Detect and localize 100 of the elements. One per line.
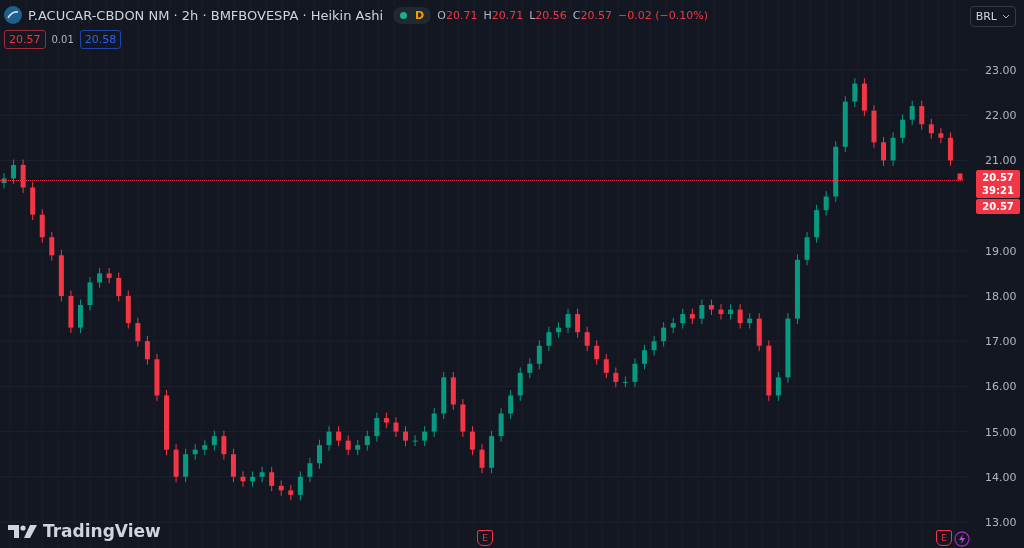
candle bbox=[728, 303, 734, 320]
candle bbox=[297, 470, 303, 501]
candle bbox=[450, 371, 456, 411]
candle bbox=[775, 371, 781, 402]
candle bbox=[479, 443, 485, 474]
buy-price[interactable]: 20.58 bbox=[79, 30, 122, 49]
price-tick: 21.00 bbox=[985, 154, 1017, 168]
candle bbox=[575, 308, 581, 339]
symbol-title[interactable]: P.ACUCAR-CBDON NM · 2h · BMFBOVESPA · Heikin Ashi bbox=[28, 7, 384, 23]
candle bbox=[11, 159, 17, 185]
candle bbox=[469, 425, 475, 456]
candle bbox=[1, 172, 7, 189]
candle bbox=[106, 267, 112, 284]
candle bbox=[374, 412, 380, 443]
candle bbox=[823, 190, 829, 217]
candle bbox=[460, 398, 466, 438]
candle bbox=[345, 434, 351, 456]
candle bbox=[833, 140, 839, 203]
spread-value: 0.01 bbox=[51, 34, 74, 45]
candle bbox=[785, 312, 791, 384]
lightning-icon[interactable] bbox=[954, 531, 970, 547]
candle bbox=[144, 335, 150, 366]
candle bbox=[221, 430, 227, 461]
candle bbox=[919, 100, 925, 131]
ohlc-value: H20.71 bbox=[483, 8, 524, 22]
price-tick: 22.00 bbox=[985, 109, 1017, 123]
candle bbox=[938, 127, 944, 144]
candle bbox=[632, 357, 638, 388]
candle bbox=[708, 299, 714, 316]
candle bbox=[307, 457, 313, 483]
candle bbox=[689, 308, 695, 325]
price-tick: 18.00 bbox=[985, 290, 1017, 303]
candle bbox=[871, 104, 877, 149]
candle bbox=[135, 317, 141, 348]
candle bbox=[594, 339, 600, 366]
candle bbox=[336, 425, 342, 447]
candle bbox=[699, 299, 705, 325]
candle bbox=[957, 173, 963, 181]
candle bbox=[240, 470, 246, 488]
candle bbox=[355, 439, 361, 456]
logo-icon bbox=[8, 523, 38, 539]
candle bbox=[737, 303, 743, 330]
candle bbox=[795, 253, 800, 325]
candle bbox=[230, 448, 236, 483]
candle bbox=[30, 181, 36, 221]
earnings-marker[interactable]: E bbox=[936, 530, 952, 546]
candle bbox=[718, 303, 724, 320]
candle bbox=[412, 434, 418, 447]
candle bbox=[900, 113, 906, 144]
candle bbox=[756, 312, 762, 352]
sell-price[interactable]: 20.57 bbox=[4, 30, 46, 49]
candle bbox=[364, 430, 370, 452]
candle bbox=[909, 100, 915, 126]
market-status-badge[interactable]: D bbox=[393, 6, 432, 24]
candle bbox=[422, 425, 428, 447]
price-tick: 16.00 bbox=[985, 380, 1017, 394]
candle bbox=[651, 335, 657, 357]
candle bbox=[383, 412, 389, 429]
candle bbox=[192, 443, 198, 461]
price-tick: 17.00 bbox=[985, 335, 1017, 349]
candle bbox=[403, 425, 408, 447]
candle bbox=[326, 425, 332, 452]
candle bbox=[842, 95, 848, 153]
candle bbox=[814, 204, 820, 244]
logo-text: TradingView bbox=[43, 521, 161, 541]
price-change: −0.02 (−0.10%) bbox=[618, 8, 708, 22]
candle bbox=[947, 131, 953, 167]
candle bbox=[670, 317, 676, 334]
candle bbox=[527, 357, 533, 379]
candle bbox=[881, 136, 886, 167]
candle bbox=[97, 267, 103, 289]
candle bbox=[498, 407, 504, 443]
candle bbox=[565, 308, 571, 334]
candle bbox=[288, 484, 294, 501]
candle bbox=[556, 321, 561, 339]
candle bbox=[173, 443, 179, 483]
price-tick: 14.00 bbox=[985, 470, 1017, 484]
candle bbox=[804, 231, 810, 266]
candle bbox=[58, 249, 64, 302]
candle bbox=[622, 375, 628, 388]
candle bbox=[154, 353, 160, 402]
candle bbox=[928, 118, 934, 140]
candle bbox=[766, 339, 772, 402]
candle bbox=[536, 339, 542, 370]
candle bbox=[202, 439, 208, 456]
candle bbox=[250, 470, 256, 488]
candle bbox=[317, 439, 322, 470]
candle bbox=[211, 430, 217, 452]
candle bbox=[613, 366, 619, 388]
currency-dropdown[interactable]: BRL bbox=[969, 6, 1016, 27]
candle bbox=[603, 353, 609, 379]
candle bbox=[39, 208, 45, 244]
candle bbox=[164, 389, 169, 456]
candle bbox=[508, 389, 514, 420]
candle bbox=[661, 321, 667, 348]
earnings-marker[interactable]: E bbox=[477, 530, 493, 546]
symbol-logo-icon bbox=[4, 6, 22, 24]
close-price-label: 20.57 bbox=[976, 198, 1020, 214]
candle bbox=[489, 430, 495, 474]
ohlc-value: O20.71 bbox=[437, 8, 478, 22]
